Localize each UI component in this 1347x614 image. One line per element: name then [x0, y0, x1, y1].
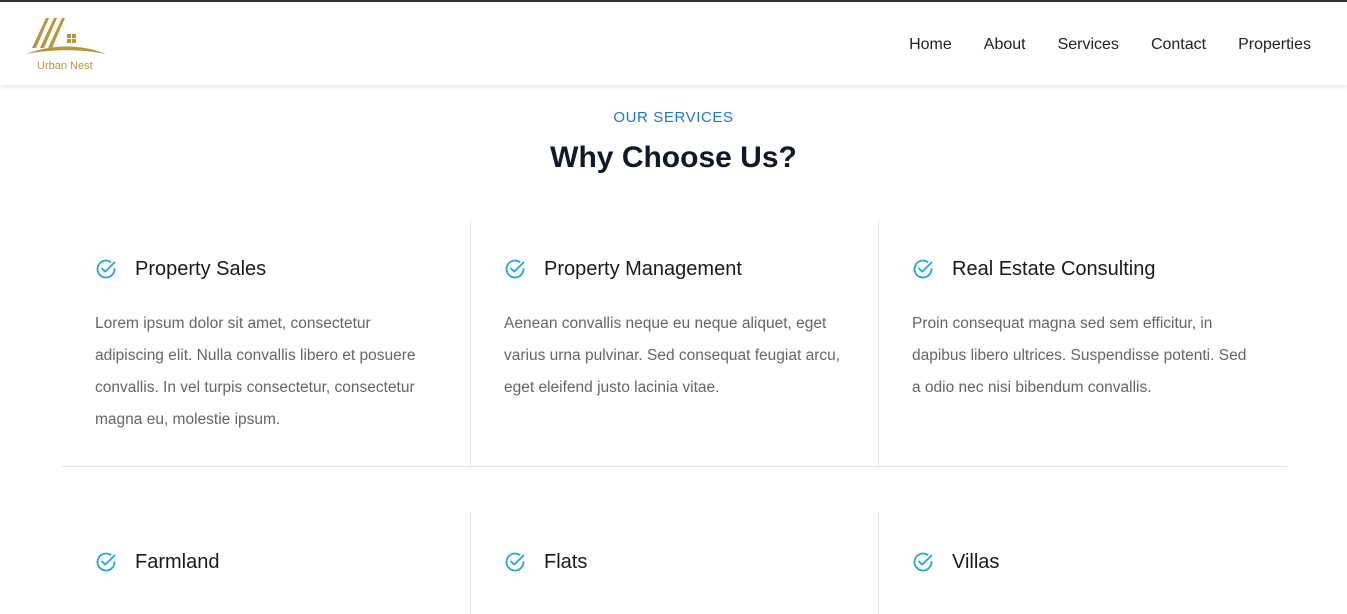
service-card-farmland: Farmland [62, 514, 470, 614]
nav-home[interactable]: Home [909, 35, 952, 55]
nav-properties[interactable]: Properties [1238, 35, 1311, 55]
logo[interactable]: Urban Nest [24, 14, 110, 76]
service-title: Flats [544, 551, 588, 573]
service-card-property-sales: Property Sales Lorem ipsum dolor sit ame… [62, 221, 470, 466]
nav-about[interactable]: About [984, 35, 1026, 55]
service-card-real-estate-consulting: Real Estate Consulting Proin consequat m… [878, 221, 1287, 466]
main-nav: Home About Services Contact Properties [909, 35, 1311, 55]
services-row-1: Property Sales Lorem ipsum dolor sit ame… [62, 221, 1287, 467]
services-section-header: OUR SERVICES Why Choose Us? [0, 108, 1347, 176]
nav-services[interactable]: Services [1058, 35, 1119, 55]
check-circle-icon [505, 259, 525, 279]
site-header: Urban Nest Home About Services Contact P… [0, 2, 1347, 85]
service-card-flats: Flats [470, 514, 878, 614]
service-card-property-management: Property Management Aenean convallis neq… [470, 221, 878, 466]
service-description: Lorem ipsum dolor sit amet, consectetur … [95, 315, 416, 428]
check-circle-icon [96, 552, 116, 572]
service-title: Farmland [135, 551, 220, 573]
nav-contact[interactable]: Contact [1151, 35, 1206, 55]
check-circle-icon [913, 552, 933, 572]
service-card-villas: Villas [878, 514, 1287, 614]
service-title: Villas [952, 551, 1000, 573]
service-title: Property Management [544, 258, 742, 280]
logo-text: Urban Nest [37, 60, 93, 72]
service-title: Property Sales [135, 258, 267, 280]
check-circle-icon [505, 552, 525, 572]
service-description: Aenean convallis neque eu neque aliquet,… [504, 315, 841, 396]
house-roof-logo-icon [26, 18, 106, 54]
services-row-2: Farmland Flats Villas [62, 514, 1287, 614]
service-title: Real Estate Consulting [952, 258, 1156, 280]
section-title: Why Choose Us? [550, 141, 797, 174]
section-eyebrow: OUR SERVICES [613, 109, 734, 126]
check-circle-icon [96, 259, 116, 279]
service-description: Proin consequat magna sed sem efficitur,… [912, 315, 1247, 396]
check-circle-icon [913, 259, 933, 279]
